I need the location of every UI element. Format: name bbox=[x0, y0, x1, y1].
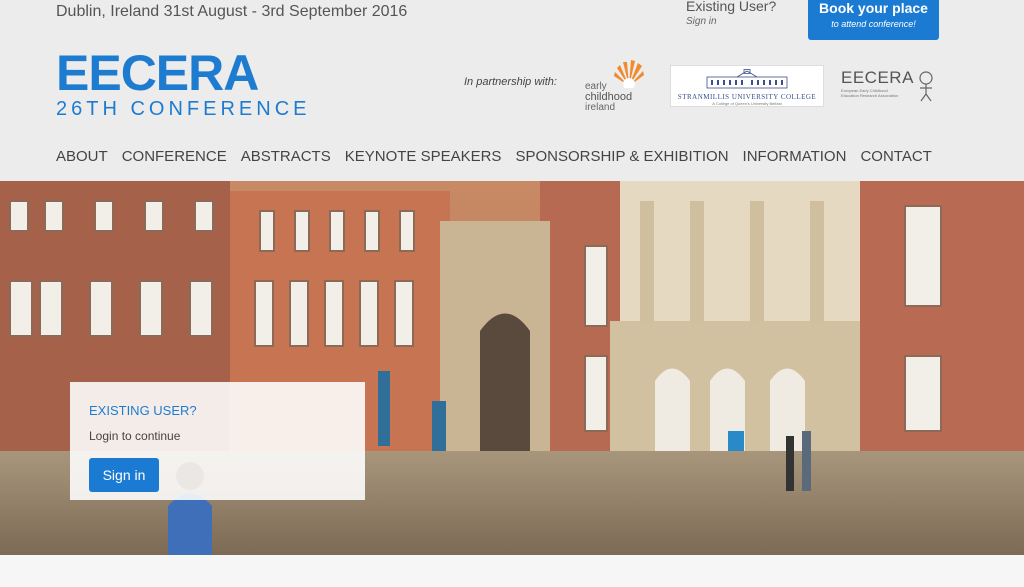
top-bar: Dublin, Ireland 31st August - 3rd Septem… bbox=[0, 0, 1024, 48]
existing-user-box: Existing User? Sign in bbox=[686, 0, 776, 27]
existing-user-label: Existing User? bbox=[686, 0, 777, 14]
logo-subtitle: 26TH CONFERENCE bbox=[56, 98, 311, 120]
login-card-subtitle: Login to continue bbox=[89, 429, 181, 443]
ecl-line3: ireland bbox=[585, 102, 616, 113]
nav-item-conference[interactable]: CONFERENCE bbox=[122, 148, 227, 165]
stranmillis-logo[interactable]: STRANMILLIS UNIVERSITY COLLEGE A College… bbox=[670, 65, 824, 107]
ecl-wordmark: early childhood ireland bbox=[585, 82, 632, 113]
college-building-icon bbox=[706, 69, 788, 89]
login-card-title: EXISTING USER? bbox=[89, 403, 197, 418]
book-place-button[interactable]: Book your place to attend conference! bbox=[808, 0, 939, 40]
site-logo[interactable]: EECERA 26TH CONFERENCE bbox=[56, 46, 310, 121]
early-childhood-ireland-logo[interactable]: early childhood ireland bbox=[585, 58, 647, 114]
login-card: EXISTING USER? Login to continue Sign in bbox=[70, 382, 365, 500]
main-nav: ABOUT CONFERENCE ABSTRACTS KEYNOTE SPEAK… bbox=[56, 148, 946, 165]
nav-item-abstracts[interactable]: ABSTRACTS bbox=[241, 148, 331, 165]
nav-item-sponsorship[interactable]: SPONSORSHIP & EXHIBITION bbox=[515, 148, 728, 165]
content-strip bbox=[0, 555, 1024, 587]
child-figure-icon bbox=[919, 71, 933, 102]
stranmillis-name: STRANMILLIS UNIVERSITY COLLEGE bbox=[677, 93, 817, 101]
nav-item-information[interactable]: INFORMATION bbox=[743, 148, 847, 165]
partnership-label: In partnership with: bbox=[464, 76, 557, 88]
conference-date: Dublin, Ireland 31st August - 3rd Septem… bbox=[56, 3, 408, 20]
eecera-small-name: EECERA bbox=[841, 68, 914, 87]
logo-name: EECERA bbox=[56, 45, 259, 101]
nav-item-contact[interactable]: CONTACT bbox=[860, 148, 931, 165]
nav-item-keynote-speakers[interactable]: KEYNOTE SPEAKERS bbox=[345, 148, 502, 165]
eecera-small-tag: European Early Childhood Education Resea… bbox=[841, 88, 899, 98]
sign-in-button[interactable]: Sign in bbox=[89, 458, 159, 492]
book-place-subtitle: to attend conference! bbox=[831, 19, 916, 29]
header-sign-in-link[interactable]: Sign in bbox=[686, 16, 776, 27]
eecera-association-logo[interactable]: EECERA European Early Childhood Educatio… bbox=[841, 68, 941, 106]
nav-item-about[interactable]: ABOUT bbox=[56, 148, 108, 165]
stranmillis-tag: A College of Queen's University Belfast bbox=[712, 101, 782, 106]
book-place-title: Book your place bbox=[819, 0, 928, 16]
